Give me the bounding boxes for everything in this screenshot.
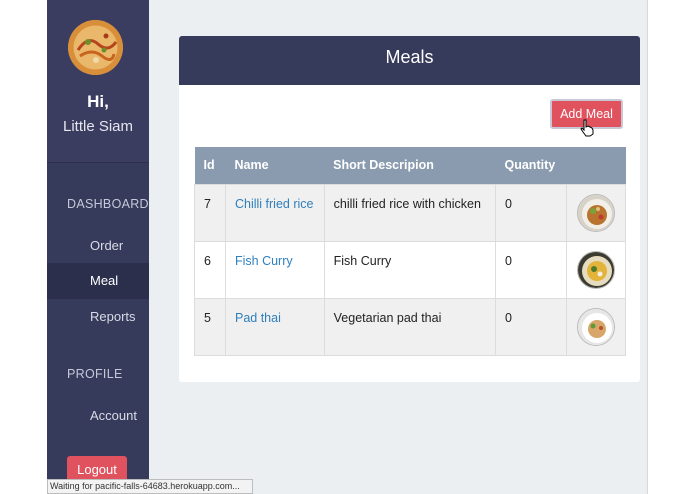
meal-quantity: 0 bbox=[495, 240, 567, 299]
greeting: Hi, bbox=[87, 92, 109, 111]
table-row: 5 Pad thai Vegetarian pad thai 0 bbox=[194, 297, 627, 356]
meal-id: 6 bbox=[194, 240, 226, 299]
window-margin-right bbox=[647, 0, 695, 494]
meal-quantity: 0 bbox=[495, 183, 567, 242]
restaurant-name: Little Siam bbox=[62, 118, 134, 135]
table-header-row: Id Name Short Descripion Quantity bbox=[194, 147, 626, 184]
sidebar-item-account[interactable]: Account bbox=[47, 398, 149, 434]
sidebar-item-label: Reports bbox=[90, 309, 136, 324]
main-content: Meals Add Meal Id Name Short Descripion … bbox=[149, 0, 647, 494]
meal-description: chilli fried rice with chicken bbox=[323, 183, 497, 242]
meals-card: Meals Add Meal Id Name Short Descripion … bbox=[179, 36, 640, 382]
meal-description: Fish Curry bbox=[323, 240, 497, 299]
column-header-name: Name bbox=[225, 147, 325, 184]
page-title: Meals bbox=[179, 36, 640, 85]
column-header-description: Short Descripion bbox=[324, 147, 496, 184]
pointer-cursor-icon bbox=[580, 119, 594, 137]
meal-name-link[interactable]: Chilli fried rice bbox=[224, 183, 325, 242]
sidebar-item-order[interactable]: Order bbox=[47, 228, 149, 264]
meal-image bbox=[576, 193, 615, 232]
table-row: 6 Fish Curry Fish Curry 0 bbox=[194, 240, 627, 299]
meal-id: 7 bbox=[194, 183, 226, 242]
section-dashboard: DASHBOARD bbox=[67, 197, 149, 211]
sidebar-item-label: Order bbox=[90, 238, 124, 253]
meal-image bbox=[576, 307, 615, 346]
meal-image-cell bbox=[565, 183, 627, 242]
window-margin-left bbox=[0, 0, 47, 494]
sidebar-profile-header: Hi, Little Siam bbox=[47, 0, 149, 163]
browser-status-bar: Waiting for pacific-falls-64683.herokuap… bbox=[47, 479, 253, 494]
meal-quantity: 0 bbox=[495, 297, 567, 356]
sidebar-item-meal[interactable]: Meal bbox=[47, 263, 149, 299]
section-profile: PROFILE bbox=[67, 367, 123, 381]
meal-id: 5 bbox=[194, 297, 226, 356]
meal-name-link[interactable]: Pad thai bbox=[224, 297, 325, 356]
meal-image bbox=[576, 250, 615, 289]
meal-image-cell bbox=[565, 297, 627, 356]
sidebar-item-label: Account bbox=[90, 408, 137, 423]
sidebar-item-label: Meal bbox=[90, 273, 119, 288]
column-header-id: Id bbox=[194, 147, 226, 184]
meals-table: Id Name Short Descripion Quantity 7 Chil… bbox=[194, 147, 627, 356]
sidebar: Hi, Little Siam DASHBOARD Order Meal Rep… bbox=[47, 0, 149, 494]
meal-image-cell bbox=[565, 240, 627, 299]
restaurant-avatar bbox=[68, 20, 123, 75]
column-header-quantity: Quantity bbox=[495, 147, 567, 184]
sidebar-item-reports[interactable]: Reports bbox=[47, 299, 149, 335]
meal-name-link[interactable]: Fish Curry bbox=[224, 240, 325, 299]
column-header-image bbox=[566, 147, 626, 184]
meal-description: Vegetarian pad thai bbox=[323, 297, 497, 356]
table-row: 7 Chilli fried rice chilli fried rice wi… bbox=[194, 183, 627, 242]
